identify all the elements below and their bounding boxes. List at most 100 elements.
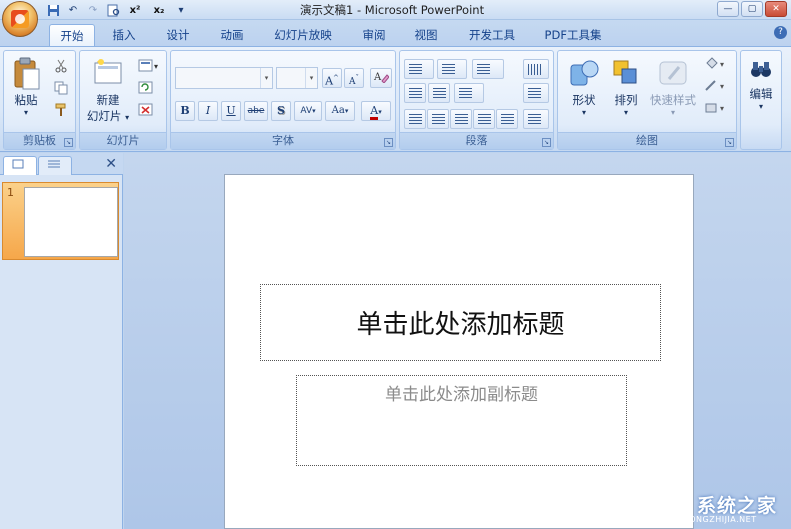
print-preview-icon[interactable]: [106, 3, 120, 17]
tab-slides[interactable]: [3, 156, 37, 175]
paste-label: 粘贴: [14, 93, 38, 107]
shapes-dropdown-icon: ▾: [581, 108, 586, 117]
close-pane-icon[interactable]: ✕: [105, 156, 117, 172]
line-spacing-icon: [477, 64, 490, 75]
increase-indent-button[interactable]: [428, 83, 450, 103]
redo-icon[interactable]: ↷: [86, 3, 100, 17]
smartart-icon: [528, 114, 541, 125]
slide-canvas[interactable]: 单击此处添加标题 单击此处添加副标题: [224, 174, 694, 529]
bullets-button[interactable]: [404, 59, 434, 79]
drawing-launcher-icon[interactable]: ↘: [725, 138, 734, 147]
font-size-combo[interactable]: ▾: [276, 67, 318, 89]
cut-icon[interactable]: [54, 59, 70, 75]
customize-qat-icon[interactable]: ▾: [174, 3, 188, 17]
slide-thumbnail[interactable]: [24, 187, 118, 257]
char-spacing-button[interactable]: AV▾: [294, 101, 322, 121]
underline-button[interactable]: U: [221, 101, 241, 121]
new-slide-button[interactable]: 新建 幻灯片 ▾: [84, 57, 132, 124]
distributed-icon: [501, 114, 514, 125]
maximize-button[interactable]: ▢: [741, 1, 763, 17]
paragraph-group: 段落 ↘: [399, 50, 554, 150]
strikethrough-button[interactable]: abe: [244, 101, 268, 121]
font-color-button[interactable]: A▾: [361, 101, 391, 121]
font-launcher-icon[interactable]: ↘: [384, 138, 393, 147]
format-painter-icon[interactable]: [54, 103, 70, 119]
align-right-button[interactable]: [450, 109, 472, 129]
reset-slide-icon[interactable]: [138, 81, 154, 97]
ribbon: 粘贴 ▾ 剪贴板 ↘ 新建 幻灯片 ▾ ▾ 幻灯片 ▾ ▾ A^ Aˇ A B …: [0, 46, 791, 152]
editing-button[interactable]: 编辑 ▾: [743, 57, 779, 111]
save-icon[interactable]: [46, 3, 60, 17]
svg-text:▾: ▾: [720, 60, 724, 69]
text-direction-button[interactable]: [523, 59, 549, 79]
align-text-button[interactable]: [523, 83, 549, 103]
arrange-button[interactable]: 排列 ▾: [606, 57, 646, 117]
new-slide-label-2: 幻灯片: [86, 109, 122, 123]
change-case-label: Aa: [331, 105, 345, 116]
font-name-dropdown-icon: ▾: [260, 68, 272, 88]
font-name-combo[interactable]: ▾: [175, 67, 273, 89]
shape-outline-icon[interactable]: ▾: [704, 79, 730, 95]
title-placeholder[interactable]: 单击此处添加标题: [260, 284, 661, 361]
slides-pane-tabs: ✕: [0, 153, 123, 175]
tab-animations[interactable]: 动画: [210, 24, 254, 46]
tab-developer[interactable]: 开发工具: [456, 24, 528, 46]
new-slide-icon: [92, 57, 124, 89]
tab-design[interactable]: 设计: [156, 24, 200, 46]
justify-button[interactable]: [473, 109, 495, 129]
columns-button[interactable]: [454, 83, 484, 103]
paste-button[interactable]: 粘贴 ▾: [8, 57, 44, 117]
italic-button[interactable]: I: [198, 101, 218, 121]
layout-icon[interactable]: ▾: [138, 59, 162, 75]
line-spacing-button[interactable]: [472, 59, 504, 79]
tab-view[interactable]: 视图: [404, 24, 448, 46]
slides-group: 新建 幻灯片 ▾ ▾ 幻灯片: [79, 50, 167, 150]
paragraph-group-label: 段落: [400, 132, 553, 149]
editing-group: 编辑 ▾: [740, 50, 782, 150]
distributed-button[interactable]: [496, 109, 518, 129]
clipboard-launcher-icon[interactable]: ↘: [64, 138, 73, 147]
tab-home[interactable]: 开始: [49, 24, 95, 46]
quick-access-toolbar: ↶ ↷ x² x₂ ▾: [46, 2, 188, 18]
tab-outline[interactable]: [38, 156, 72, 175]
numbering-button[interactable]: [437, 59, 467, 79]
shadow-button[interactable]: S: [271, 101, 291, 121]
help-icon[interactable]: ?: [774, 26, 787, 39]
shapes-button[interactable]: 形状 ▾: [564, 57, 604, 117]
quick-styles-button[interactable]: 快速样式 ▾: [646, 57, 700, 117]
align-right-icon: [455, 114, 468, 125]
tab-review[interactable]: 审阅: [352, 24, 396, 46]
minimize-button[interactable]: —: [717, 1, 739, 17]
clear-formatting-icon[interactable]: A: [370, 68, 392, 88]
undo-icon[interactable]: ↶: [66, 3, 80, 17]
increase-indent-icon: [433, 88, 446, 99]
superscript-icon[interactable]: x²: [126, 3, 144, 17]
shape-effects-icon[interactable]: ▾: [704, 101, 730, 117]
slide-thumbnail-row[interactable]: 1: [2, 182, 119, 260]
tab-pdf-tools[interactable]: PDF工具集: [536, 24, 610, 46]
subtitle-placeholder[interactable]: 单击此处添加副标题: [296, 375, 627, 466]
smartart-button[interactable]: [523, 109, 549, 129]
decrease-indent-button[interactable]: [404, 83, 426, 103]
subscript-icon[interactable]: x₂: [150, 3, 168, 17]
svg-text:▾: ▾: [154, 62, 158, 71]
paste-icon: [10, 57, 42, 90]
grow-font-button[interactable]: A^: [322, 68, 342, 88]
align-left-button[interactable]: [404, 109, 426, 129]
align-center-button[interactable]: [427, 109, 449, 129]
change-case-button[interactable]: Aa▾: [325, 101, 355, 121]
shrink-font-button[interactable]: Aˇ: [344, 68, 364, 88]
paragraph-launcher-icon[interactable]: ↘: [542, 138, 551, 147]
arrange-icon: [610, 57, 642, 89]
drawing-group: 形状 ▾ 排列 ▾ 快速样式 ▾ ▾ ▾ ▾ 绘图 ↘: [557, 50, 737, 150]
bold-button[interactable]: B: [175, 101, 195, 121]
shape-fill-icon[interactable]: ▾: [704, 57, 730, 73]
close-button[interactable]: ✕: [765, 1, 787, 17]
delete-slide-icon[interactable]: [138, 103, 154, 119]
svg-text:▾: ▾: [720, 104, 724, 113]
office-button[interactable]: [2, 1, 38, 37]
tab-insert[interactable]: 插入: [102, 24, 146, 46]
numbering-icon: [442, 64, 455, 75]
copy-icon[interactable]: [54, 81, 70, 97]
tab-slideshow[interactable]: 幻灯片放映: [262, 24, 344, 46]
